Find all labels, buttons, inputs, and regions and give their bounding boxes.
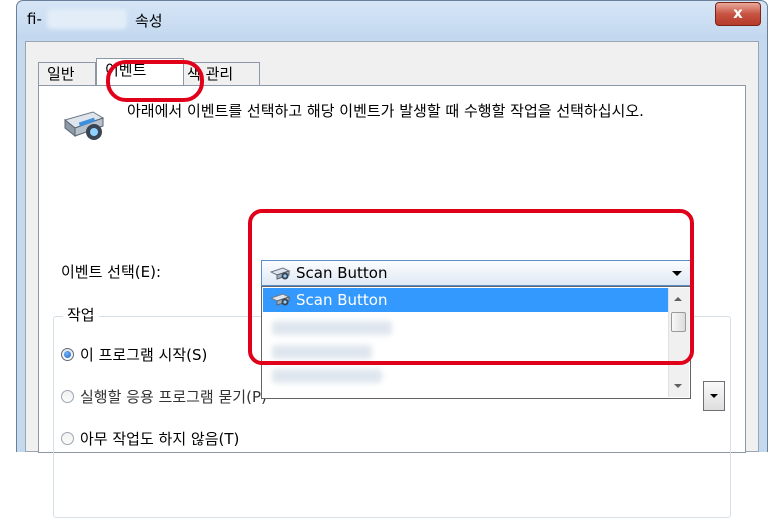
chevron-down-icon[interactable] bbox=[672, 271, 682, 276]
scroll-up-icon[interactable] bbox=[674, 297, 682, 301]
events-panel: 아래에서 이벤트를 선택하고 해당 이벤트가 발생할 때 수행할 작업을 선택하… bbox=[38, 85, 746, 518]
radio-button[interactable] bbox=[61, 432, 74, 445]
scanner-icon bbox=[270, 293, 291, 306]
dialog-client: 일반 이벤트 색 관리 아래에서 이벤트를 선택하고 해당 이벤트가 발생할 때… bbox=[25, 41, 759, 518]
window-title: 속성 bbox=[135, 12, 163, 30]
program-select-dropdown-button[interactable] bbox=[703, 381, 725, 411]
dropdown-option-blurred[interactable] bbox=[272, 369, 382, 383]
dropdown-option-blurred[interactable] bbox=[272, 321, 392, 335]
tab-color-management[interactable]: 색 관리 bbox=[178, 62, 260, 85]
dropdown-option-label: Scan Button bbox=[296, 291, 388, 309]
radio-ask-application[interactable]: 실행할 응용 프로그램 묻기(P) bbox=[61, 386, 267, 407]
scanner-icon bbox=[63, 111, 105, 140]
event-select-value: Scan Button bbox=[296, 264, 388, 282]
scanner-icon bbox=[270, 267, 291, 280]
tab-general[interactable]: 일반 bbox=[38, 62, 96, 85]
window-title-prefix: fi- bbox=[27, 10, 42, 28]
radio-label-do-nothing: 아무 작업도 하지 않음(T) bbox=[80, 430, 240, 448]
event-select-combobox[interactable]: Scan Button bbox=[261, 260, 691, 286]
title-blurred-model bbox=[47, 9, 127, 29]
dropdown-scrollbar[interactable] bbox=[668, 288, 689, 397]
radio-label-start-program: 이 프로그램 시작(S) bbox=[80, 346, 208, 364]
dropdown-option-blurred[interactable] bbox=[272, 345, 372, 359]
scroll-down-icon[interactable] bbox=[674, 384, 682, 388]
tab-events[interactable]: 이벤트 bbox=[96, 58, 184, 85]
radio-start-program[interactable]: 이 프로그램 시작(S) bbox=[61, 344, 207, 365]
actions-group-label: 작업 bbox=[63, 304, 99, 325]
radio-label-ask-application: 실행할 응용 프로그램 묻기(P) bbox=[80, 388, 267, 406]
close-button[interactable]: x bbox=[715, 2, 761, 26]
title-bar[interactable]: fi- 속성 x bbox=[17, 1, 767, 39]
dropdown-option-selected[interactable]: Scan Button bbox=[263, 288, 668, 312]
radio-do-nothing[interactable]: 아무 작업도 하지 않음(T) bbox=[61, 428, 239, 449]
radio-button[interactable] bbox=[61, 390, 74, 403]
radio-button-checked[interactable] bbox=[61, 348, 74, 361]
scrollbar-thumb[interactable] bbox=[671, 312, 686, 332]
events-description: 아래에서 이벤트를 선택하고 해당 이벤트가 발생할 때 수행할 작업을 선택하… bbox=[127, 102, 644, 120]
properties-window: fi- 속성 x 일반 이벤트 색 관리 아래에서 이벤트를 선택하고 해당 이… bbox=[16, 0, 768, 518]
event-select-label: 이벤트 선택(E): bbox=[61, 263, 162, 281]
event-dropdown-list[interactable]: Scan Button bbox=[261, 286, 691, 399]
close-icon: x bbox=[733, 4, 743, 22]
